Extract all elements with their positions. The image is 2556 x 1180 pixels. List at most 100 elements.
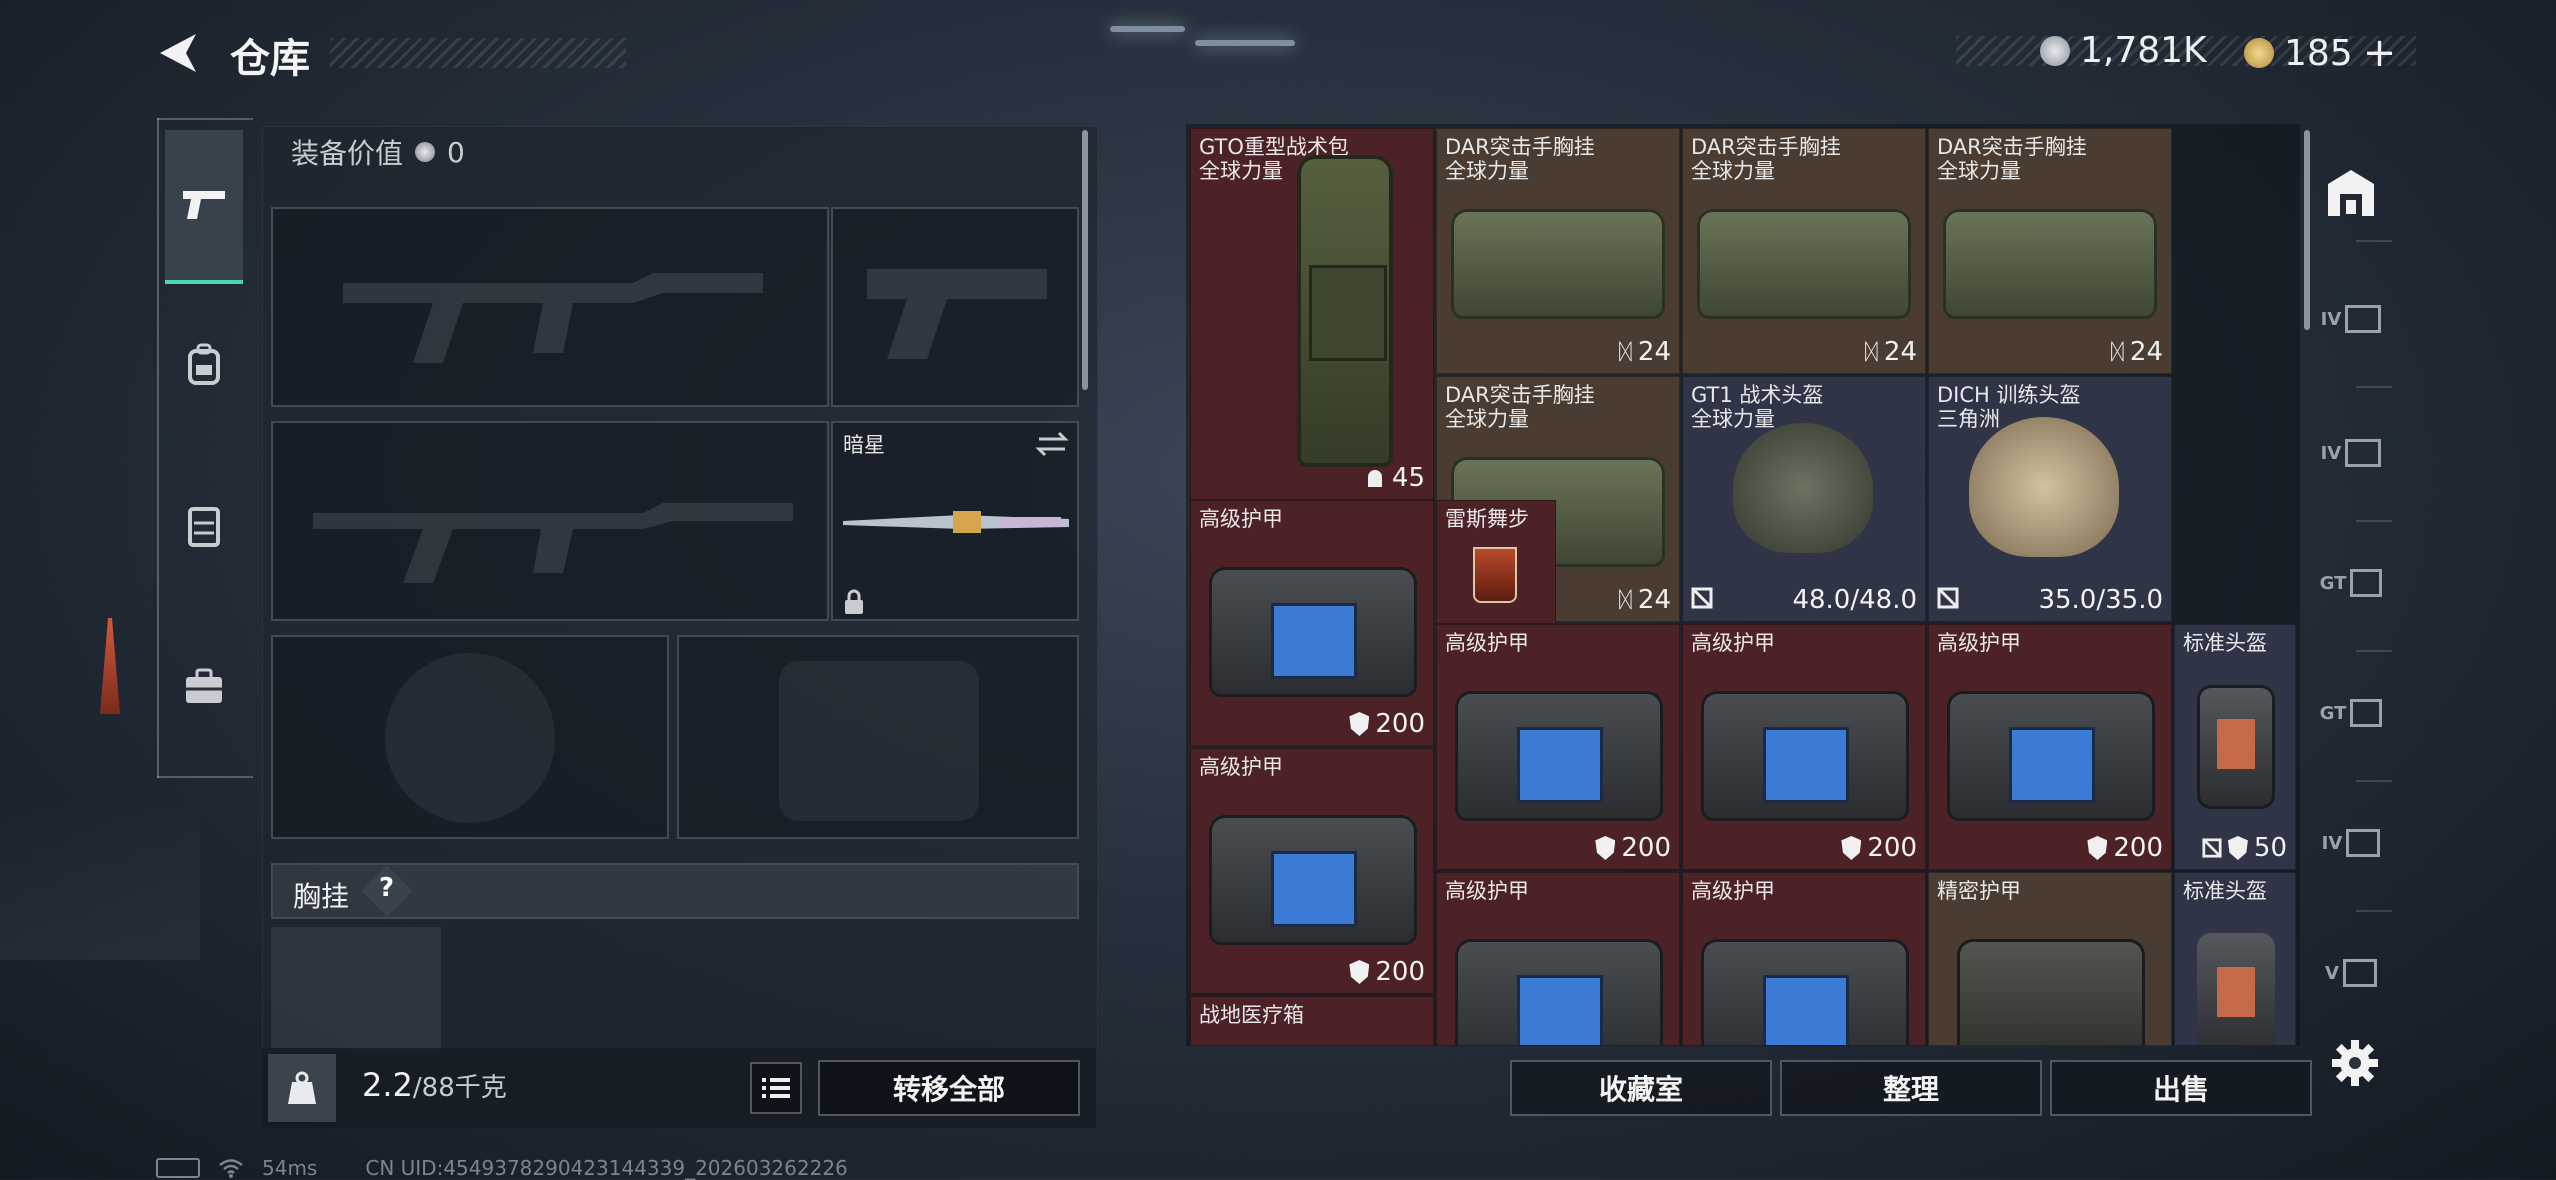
armor-slot[interactable] — [677, 635, 1079, 839]
armor-bag-art — [1701, 691, 1909, 821]
chest-rig-label: 胸挂 — [293, 880, 350, 913]
rail-all-items[interactable] — [2318, 160, 2384, 226]
gold-coin-icon — [2244, 38, 2274, 68]
item-advanced-armor[interactable]: 高级护甲 — [1436, 872, 1680, 1046]
briefcase-icon — [186, 668, 222, 703]
primary-weapon-slot[interactable] — [271, 207, 829, 407]
nav-case[interactable] — [165, 648, 243, 726]
bag-box-icon — [2350, 699, 2383, 727]
cocktail-art — [1473, 547, 1517, 603]
nav-line — [157, 776, 253, 778]
item-name: DAR突击手胸挂 — [1691, 135, 1841, 159]
item-name: 高级护甲 — [1199, 507, 1283, 531]
collection-room-button[interactable]: 收藏室 — [1510, 1060, 1772, 1116]
organize-button[interactable]: 整理 — [1780, 1060, 2042, 1116]
chest-rig-art — [1943, 209, 2157, 319]
item-gto-backpack[interactable]: GTO重型战术包 全球力量 45 — [1190, 128, 1434, 500]
item-badge: ᛞ 24 — [1619, 585, 1671, 615]
secondary-weapon-slot[interactable] — [271, 421, 829, 621]
item-standard-helmet[interactable]: 标准头盔 50 — [2174, 624, 2296, 870]
chest-rig-slot[interactable] — [271, 927, 441, 1051]
rig-icon: ᛞ — [1618, 587, 1632, 613]
rail-tab-4[interactable]: GT — [2318, 680, 2384, 746]
item-standard-helmet[interactable]: 标准头盔 — [2174, 872, 2296, 1046]
rail-tab-label: V — [2325, 962, 2339, 984]
armor-silhouette-icon — [779, 661, 979, 821]
list-view-button[interactable] — [750, 1062, 802, 1114]
item-gt1-helmet[interactable]: GT1 战术头盔 全球力量 48.0/48.0 — [1682, 376, 1926, 622]
rail-divider — [2356, 910, 2392, 912]
helmet-art — [1969, 417, 2119, 557]
melee-slot[interactable]: 暗星 — [831, 421, 1079, 621]
armor-panel — [1271, 851, 1357, 927]
traffic-cone — [100, 618, 120, 714]
item-badge: 200 — [2087, 833, 2163, 863]
lock-icon — [845, 589, 863, 614]
list-icon — [762, 1078, 790, 1098]
wifi-icon — [219, 1159, 243, 1178]
armor-bag-art — [1701, 939, 1909, 1045]
settings-button[interactable] — [2330, 1038, 2380, 1088]
item-dar-rig[interactable]: DAR突击手胸挂 全球力量 ᛞ 24 — [1436, 128, 1680, 374]
side-nav — [155, 118, 255, 778]
swap-icon[interactable] — [1035, 431, 1069, 457]
ceiling-light — [1195, 40, 1295, 46]
armor-bag-art — [1209, 567, 1417, 697]
chest-rig-art — [1451, 209, 1665, 319]
capacity-bar: 2.2/88千克 转移全部 — [262, 1048, 1096, 1128]
nav-backpack[interactable] — [165, 326, 243, 404]
nav-line — [157, 118, 159, 778]
item-field-medkit[interactable]: 战地医疗箱 — [1190, 996, 1434, 1046]
rail-tab-6[interactable]: V — [2318, 940, 2384, 1006]
item-drink[interactable]: 雷斯舞步 — [1436, 500, 1556, 624]
badge-value: 24 — [1883, 337, 1917, 367]
item-precision-armor[interactable]: 精密护甲 — [1928, 872, 2172, 1046]
item-advanced-armor[interactable]: 高级护甲 200 — [1190, 748, 1434, 994]
sidearm-slot[interactable] — [831, 207, 1079, 407]
sell-button[interactable]: 出售 — [2050, 1060, 2312, 1116]
add-gold-icon[interactable]: + — [2363, 30, 2397, 76]
item-advanced-armor[interactable]: 高级护甲 — [1682, 872, 1926, 1046]
chest-rig-art — [1697, 209, 1911, 319]
inventory-scrollbar[interactable] — [2304, 130, 2310, 330]
armor-icon — [2087, 836, 2108, 860]
item-badge: 50 — [2202, 833, 2287, 863]
loadout-panel: 装备价值 0 暗星 胸挂 ? — [262, 126, 1098, 1052]
rail-tab-2[interactable]: IV — [2318, 420, 2384, 486]
item-advanced-armor[interactable]: 高级护甲 200 — [1436, 624, 1680, 870]
item-advanced-armor[interactable]: 高级护甲 200 — [1928, 624, 2172, 870]
gold-currency[interactable]: 185 + — [2244, 30, 2396, 76]
weight-readout: 2.2/88千克 — [362, 1066, 507, 1104]
armor-icon — [1595, 836, 1616, 860]
badge-value: 200 — [2113, 833, 2163, 863]
loadout-scrollbar[interactable] — [1082, 130, 1088, 390]
durability-value: 48.0/48.0 — [1792, 585, 1917, 615]
armor-panel — [1271, 603, 1357, 679]
item-advanced-armor[interactable]: 高级护甲 200 — [1190, 500, 1434, 746]
rifle-silhouette-icon — [343, 273, 763, 363]
nav-vest[interactable] — [165, 488, 243, 566]
nav-weapons[interactable] — [165, 130, 243, 284]
item-badge: 200 — [1841, 833, 1917, 863]
item-brand: 全球力量 — [1445, 159, 1529, 183]
equipment-value: 装备价值 0 — [291, 127, 465, 177]
rail-tab-5[interactable]: IV — [2318, 810, 2384, 876]
battery-icon — [156, 1158, 200, 1178]
rail-tab-1[interactable]: IV — [2318, 286, 2384, 352]
item-dar-rig[interactable]: DAR突击手胸挂 全球力量 ᛞ 24 — [1928, 128, 2172, 374]
item-advanced-armor[interactable]: 高级护甲 200 — [1682, 624, 1926, 870]
item-dar-rig[interactable]: DAR突击手胸挂 全球力量 ᛞ 24 — [1682, 128, 1926, 374]
nav-line — [157, 118, 253, 120]
help-icon[interactable]: ? — [379, 873, 394, 903]
folder-icon — [2345, 439, 2382, 467]
item-badge: 48.0/48.0 — [1792, 585, 1917, 615]
durability-value: 35.0/35.0 — [2038, 585, 2163, 615]
weight-icon-box — [268, 1054, 336, 1122]
item-dich-helmet[interactable]: DICH 训练头盔 三角洲 35.0/35.0 — [1928, 376, 2172, 622]
helmet-slot[interactable] — [271, 635, 669, 839]
transfer-all-button[interactable]: 转移全部 — [818, 1060, 1080, 1116]
badge-value: 24 — [1637, 337, 1671, 367]
item-brand: 全球力量 — [1937, 159, 2021, 183]
rail-tab-3[interactable]: GT — [2318, 550, 2384, 616]
back-button[interactable] — [156, 28, 206, 78]
